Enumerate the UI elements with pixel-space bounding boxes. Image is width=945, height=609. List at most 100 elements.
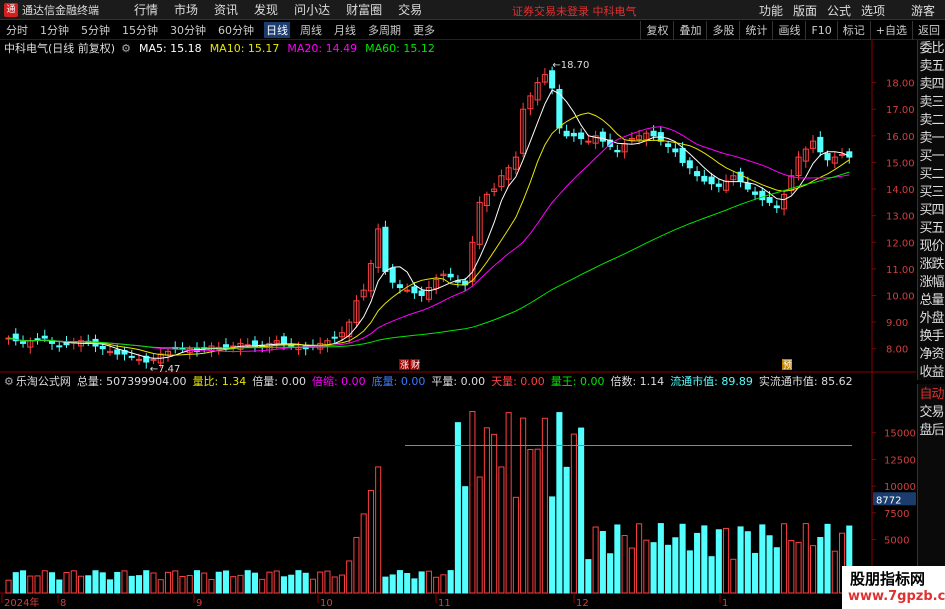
side-panel-item[interactable]: 买五 <box>918 220 945 238</box>
side-panel-item[interactable]: 卖一 <box>918 130 945 148</box>
high-price-label: ←18.70 <box>552 60 589 71</box>
indicator-settings-icon[interactable]: ⚙ <box>4 375 14 388</box>
menu-item[interactable]: 财富圈 <box>346 1 382 18</box>
side-panel-item[interactable]: 卖五 <box>918 58 945 76</box>
side-panel2-item[interactable]: 盘后 <box>918 422 945 440</box>
menu-item[interactable]: 市场 <box>174 1 198 18</box>
volume-bar <box>41 570 48 594</box>
toolbar-button[interactable]: 标记 <box>836 21 870 40</box>
volume-bar <box>179 576 186 594</box>
toolbar-button[interactable]: 复权 <box>640 21 673 40</box>
candle-body <box>114 349 121 355</box>
indicator-info-line: ⚙ 乐淘公式网 总量: 507399904.00 量比: 1.34 倍量: 0.00… <box>0 373 853 389</box>
period-tab[interactable]: 15分钟 <box>120 22 160 38</box>
indicator-values: 总量: 507399904.00 量比: 1.34 倍量: 0.00 倍缩: 0.00… <box>71 373 853 389</box>
volume-bar <box>810 545 817 594</box>
period-tab[interactable]: 多周期 <box>366 22 403 38</box>
toolbar-button[interactable]: F10 <box>805 21 836 40</box>
side-panel-item[interactable]: 委比 <box>918 40 945 58</box>
side-panel-item[interactable]: 外盘 <box>918 310 945 328</box>
toolbar-button[interactable]: 返回 <box>912 21 945 40</box>
toolbar-button[interactable]: +自选 <box>869 21 912 40</box>
candle-body <box>331 336 338 339</box>
candle-body <box>578 132 585 139</box>
time-tick-label: 1 <box>722 598 728 609</box>
volume-bar <box>411 578 418 594</box>
toolbar-button[interactable]: 画线 <box>772 21 805 40</box>
side-panel-item[interactable]: 换手 <box>918 328 945 346</box>
title-menu-item[interactable]: 版面 <box>793 2 817 19</box>
toolbar-button[interactable]: 统计 <box>739 21 772 40</box>
candle-body <box>614 149 621 153</box>
title-menu-item[interactable]: 公式 <box>827 2 851 19</box>
side-panel-item[interactable]: 净资 <box>918 346 945 364</box>
toolbar-button[interactable]: 叠加 <box>673 21 706 40</box>
toolbar-button[interactable]: 多股 <box>706 21 739 40</box>
ma20-line <box>8 126 850 353</box>
period-tab[interactable]: 5分钟 <box>79 22 112 38</box>
volume-bar <box>592 526 599 594</box>
ma20-value: MA20: 14.49 <box>287 41 358 55</box>
period-tab[interactable]: 30分钟 <box>168 22 208 38</box>
time-tick-label: 12 <box>576 598 589 609</box>
menu-item[interactable]: 问小达 <box>294 1 330 18</box>
price-tick-label: 16.00 <box>886 132 915 143</box>
side-panel-item[interactable]: 卖二 <box>918 112 945 130</box>
period-tab[interactable]: 日线 <box>264 22 290 38</box>
side-panel-item[interactable]: 涨幅 <box>918 274 945 292</box>
volume-bar <box>788 539 795 594</box>
menu-item[interactable]: 交易 <box>398 1 422 18</box>
price-tick-label: 11.00 <box>886 265 915 276</box>
volume-bar <box>77 575 85 594</box>
period-toolbar: 分时 1分钟 5分钟 15分钟 30分钟 60分钟 日线 周线 月线 多周期 更多 复权 叠加 多股 统计… <box>0 21 945 40</box>
period-tabs: 分时 1分钟 5分钟 15分钟 30分钟 60分钟 日线 周线 月线 多周期 更多 <box>0 22 441 38</box>
side-panel-item[interactable]: 买一 <box>918 148 945 166</box>
volume-bar <box>396 570 403 594</box>
candle-body <box>650 130 657 137</box>
side-panel2-item[interactable]: 交易 <box>918 404 945 422</box>
period-tab[interactable]: 更多 <box>411 22 437 38</box>
volume-bar <box>824 523 831 594</box>
title-menu-item[interactable]: 选项 <box>861 2 885 19</box>
period-tab[interactable]: 分时 <box>4 22 30 38</box>
side-panel-item[interactable]: 买四 <box>918 202 945 220</box>
period-tab[interactable]: 1分钟 <box>38 22 71 38</box>
price-tick-label: 8.00 <box>886 345 908 356</box>
candle-body <box>411 286 418 294</box>
title-menu-item[interactable]: 功能 <box>759 2 783 19</box>
volume-bar <box>578 427 585 594</box>
side-panel-item[interactable]: 卖四 <box>918 76 945 94</box>
settings-gear-icon[interactable]: ⚙ <box>121 42 131 55</box>
menu-item[interactable]: 发现 <box>254 1 278 18</box>
side-panel-item[interactable]: 买二 <box>918 166 945 184</box>
chart-toolbar: 复权 叠加 多股 统计 画线 F10 标记 +自选 返回 <box>640 21 945 40</box>
volume-bar <box>164 571 172 594</box>
volume-bar <box>715 529 722 594</box>
volume-bar <box>389 574 396 594</box>
indicator-name[interactable]: 乐淘公式网 <box>16 373 71 389</box>
menu-item[interactable]: 资讯 <box>214 1 238 18</box>
period-tab[interactable]: 月线 <box>332 22 358 38</box>
candle-body <box>389 267 396 283</box>
volume-bar <box>367 489 374 594</box>
side-panel2-item[interactable]: 自动 <box>918 386 945 404</box>
volume-bar <box>686 550 693 594</box>
chart-area[interactable]: 18.0017.0016.0015.0014.0013.0012.0011.00… <box>0 40 945 609</box>
candle-body <box>34 338 41 341</box>
candle-body <box>404 289 411 292</box>
period-tab[interactable]: 60分钟 <box>216 22 256 38</box>
side-panel-item[interactable]: 现价 <box>918 238 945 256</box>
volume-bar <box>331 576 338 594</box>
side-panel-item[interactable]: 涨跌 <box>918 256 945 274</box>
side-panel-item[interactable]: 总量 <box>918 292 945 310</box>
side-panel-item[interactable]: 买三 <box>918 184 945 202</box>
side-panel-item[interactable]: 卖三 <box>918 94 945 112</box>
guest-button[interactable]: 游客 <box>911 2 935 19</box>
volume-bar <box>208 579 215 594</box>
side-panel-item[interactable]: 收益 <box>918 364 945 382</box>
quote-side-panel: 委比 卖五 卖四 卖三 卖二 卖一 买一 买二 买三 买四 买五 现价 涨跌 涨幅 总量 外盘 换手 净资 收益 <box>917 40 945 380</box>
period-tab[interactable]: 周线 <box>298 22 324 38</box>
price-tick-label: 18.00 <box>886 79 915 90</box>
candle-body <box>744 182 751 190</box>
menu-item[interactable]: 行情 <box>134 1 158 18</box>
